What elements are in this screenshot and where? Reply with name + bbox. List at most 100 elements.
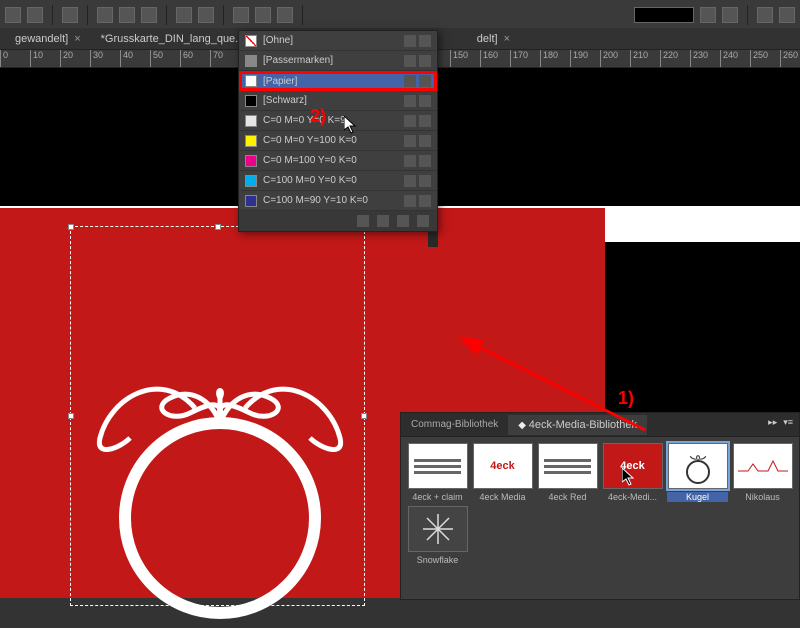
ruler-tick: 0 (0, 50, 8, 68)
close-icon[interactable]: × (504, 33, 510, 45)
swatch-chip (245, 175, 257, 187)
swatch-delete-icon[interactable] (417, 215, 429, 227)
ruler-tick: 50 (150, 50, 163, 68)
swatch-row[interactable]: [Passermarken] (239, 51, 437, 71)
swatch-mode-icon (419, 55, 431, 67)
swatch-chip (245, 35, 257, 47)
swatch-row[interactable]: C=100 M=0 Y=0 K=0 (239, 171, 437, 191)
tool-icon[interactable] (255, 7, 271, 23)
ruler-tick: 10 (30, 50, 43, 68)
swatch-new-group-icon[interactable] (357, 215, 369, 227)
swatch-chip (245, 95, 257, 107)
swatch-row[interactable]: [Schwarz] (239, 91, 437, 111)
swatch-chip (245, 75, 257, 87)
library-item[interactable]: Nikolaus (730, 441, 795, 504)
swatch-type-icon (404, 115, 416, 127)
tool-icon[interactable] (27, 7, 43, 23)
swatch-type-icon (404, 175, 416, 187)
swatches-panel: [Ohne] [Passermarken] [Papier] [Schwarz] C=0… (238, 30, 438, 232)
swatch-name: [Ohne] (263, 35, 398, 46)
tool-icon[interactable] (277, 7, 293, 23)
library-label: Nikolaus (732, 492, 793, 502)
swatch-name: C=0 M=0 Y=0 K=9 (263, 115, 398, 126)
resize-handle[interactable] (215, 224, 221, 230)
library-thumb (733, 443, 793, 489)
swatch-type-icon (404, 55, 416, 67)
tool-icon[interactable] (722, 7, 738, 23)
panel-next-icon[interactable]: ▸▸ (768, 417, 777, 428)
tool-icon[interactable] (5, 7, 21, 23)
panel-menu-icon[interactable]: ▾≡ (783, 417, 793, 428)
ruler-tick: 20 (60, 50, 73, 68)
ruler-tick: 220 (660, 50, 678, 68)
library-thumb (668, 443, 728, 489)
ruler-tick: 70 (210, 50, 223, 68)
swatch-row[interactable]: C=0 M=0 Y=100 K=0 (239, 131, 437, 151)
library-label: 4eck Red (537, 492, 598, 502)
swatch-name: C=0 M=100 Y=0 K=0 (263, 155, 398, 166)
ruler-tick: 190 (570, 50, 588, 68)
library-thumb (408, 506, 468, 552)
library-label: Kugel (667, 492, 728, 502)
library-item[interactable]: 4eck + claim (405, 441, 470, 504)
tool-icon[interactable] (62, 7, 78, 23)
library-item[interactable]: Snowflake (405, 504, 470, 567)
swatch-folder-icon[interactable] (377, 215, 389, 227)
swatch-type-icon (404, 195, 416, 207)
swatch-chip (245, 155, 257, 167)
ruler-tick: 230 (690, 50, 708, 68)
swatch-row[interactable]: C=0 M=0 Y=0 K=9 (239, 111, 437, 131)
swatch-row[interactable]: [Ohne] (239, 31, 437, 51)
doc-tab[interactable]: delt]× (467, 30, 520, 48)
tool-icon[interactable] (97, 7, 113, 23)
gradient-preview[interactable] (634, 7, 694, 23)
library-label: 4eck + claim (407, 492, 468, 502)
annotation-1: 1) (618, 388, 634, 409)
ruler-tick: 170 (510, 50, 528, 68)
tool-icon[interactable] (176, 7, 192, 23)
library-item[interactable]: 4eck4eck Media (470, 441, 535, 504)
swatches-footer (239, 211, 437, 231)
tool-icon[interactable] (757, 7, 773, 23)
swatch-row[interactable]: [Papier] (239, 71, 437, 91)
library-label: 4eck-Medi... (602, 492, 663, 502)
ruler-tick: 240 (720, 50, 738, 68)
ruler-tick: 210 (630, 50, 648, 68)
library-label: Snowflake (407, 555, 468, 565)
resize-handle[interactable] (361, 413, 367, 419)
swatch-row[interactable]: C=0 M=100 Y=0 K=0 (239, 151, 437, 171)
swatch-mode-icon (419, 195, 431, 207)
swatch-mode-icon (419, 95, 431, 107)
resize-handle[interactable] (68, 224, 74, 230)
tool-icon[interactable] (119, 7, 135, 23)
ornament-graphic[interactable] (80, 268, 360, 628)
ruler-tick: 160 (480, 50, 498, 68)
swatch-mode-icon (419, 155, 431, 167)
annotation-2: 2) (310, 106, 326, 127)
library-item[interactable]: Kugel (665, 441, 730, 504)
tool-icon[interactable] (779, 7, 795, 23)
close-icon[interactable]: × (74, 33, 80, 45)
swatch-name: [Papier] (263, 76, 398, 87)
tool-icon[interactable] (141, 7, 157, 23)
resize-handle[interactable] (68, 413, 74, 419)
mouse-cursor (344, 116, 360, 136)
swatch-row[interactable]: C=100 M=90 Y=10 K=0 (239, 191, 437, 211)
library-item[interactable]: 4eck Red (535, 441, 600, 504)
swatch-type-icon (404, 155, 416, 167)
tool-icon[interactable] (198, 7, 214, 23)
swatch-name: [Passermarken] (263, 55, 398, 66)
swatch-chip (245, 135, 257, 147)
swatch-name: C=0 M=0 Y=100 K=0 (263, 135, 398, 146)
swatch-mode-icon (419, 135, 431, 147)
tool-icon[interactable] (700, 7, 716, 23)
tool-icon[interactable] (233, 7, 249, 23)
ruler-tick: 250 (750, 50, 768, 68)
swatch-new-icon[interactable] (397, 215, 409, 227)
doc-tab[interactable]: gewandelt]× (5, 30, 91, 48)
ruler-tick: 40 (120, 50, 133, 68)
swatch-chip (245, 115, 257, 127)
ruler-tick: 30 (90, 50, 103, 68)
ruler-tick: 180 (540, 50, 558, 68)
ruler-tick: 150 (450, 50, 468, 68)
